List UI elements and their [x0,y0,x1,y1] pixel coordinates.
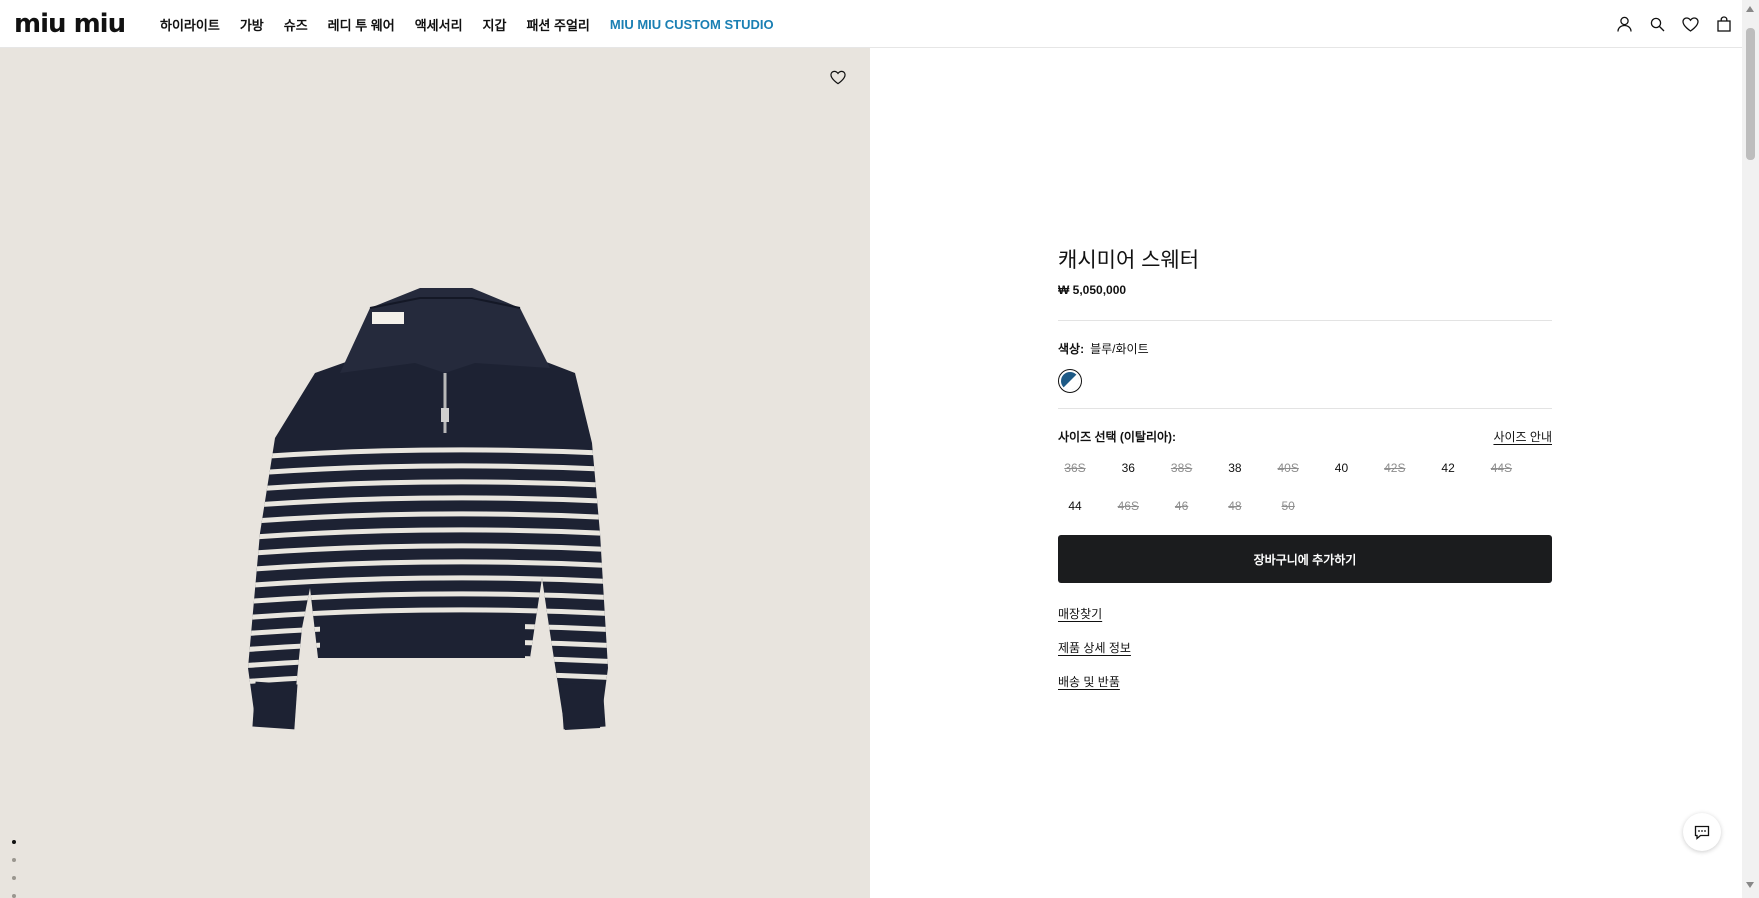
chat-icon [1694,825,1710,840]
size-label: 사이즈 선택 (이탈리아): [1058,430,1177,444]
main-nav: 하이라이트 가방 슈즈 레디 투 웨어 액세서리 지갑 패션 주얼리 MIU M… [160,0,774,48]
size-option[interactable]: 36S [1058,461,1092,475]
page-scrollbar[interactable] [1742,0,1759,898]
size-option[interactable]: 36 [1111,461,1145,475]
scroll-down-arrow-icon[interactable] [1746,882,1754,888]
add-to-cart-button[interactable]: 장바구니에 추가하기 [1058,535,1552,583]
shipping-returns-link[interactable]: 배송 및 반품 [1058,673,1120,690]
nav-item-shoes[interactable]: 슈즈 [284,15,308,34]
size-option[interactable]: 46 [1165,499,1199,513]
gallery-dot[interactable] [12,840,16,844]
size-options: 36S 36 38S 38 40S 40 42S 42 44S 44 46S 46 48 50 [1058,461,1552,513]
nav-item-wallets[interactable]: 지갑 [483,15,507,34]
nav-item-accessories[interactable]: 액세서리 [415,15,463,34]
size-option[interactable]: 40 [1324,461,1358,475]
size-option[interactable]: 42 [1431,461,1465,475]
product-info: 캐시미어 스웨터 ₩ 5,050,000 색상: 블루/화이트 사이즈 선택 (… [1058,247,1552,690]
header-icons [1616,0,1732,48]
divider [1058,320,1552,321]
size-option[interactable]: 46S [1111,499,1145,513]
size-option[interactable]: 38S [1165,461,1199,475]
size-option[interactable]: 42S [1378,461,1412,475]
scroll-up-arrow-icon[interactable] [1746,6,1754,12]
color-selection: 색상: 블루/화이트 [1058,340,1552,357]
size-option[interactable]: 50 [1271,499,1305,513]
divider [1058,408,1552,409]
product-title: 캐시미어 스웨터 [1058,249,1200,272]
size-option[interactable]: 38 [1218,461,1252,475]
scrollbar-thumb[interactable] [1746,28,1755,160]
nav-item-highlights[interactable]: 하이라이트 [160,15,220,34]
store-finder-link[interactable]: 매장찾기 [1058,605,1102,622]
search-icon[interactable] [1649,16,1666,33]
size-option[interactable]: 44S [1484,461,1518,475]
color-swatch[interactable] [1058,369,1082,393]
product-price: ₩ 5,050,000 [1058,283,1127,297]
size-option[interactable]: 44 [1058,499,1092,513]
info-links: 매장찾기 제품 상세 정보 배송 및 반품 [1058,605,1552,690]
wishlist-heart-icon[interactable] [830,70,846,86]
site-header: miu miu 하이라이트 가방 슈즈 레디 투 웨어 액세서리 지갑 패션 주… [0,0,1742,48]
nav-item-custom-studio[interactable]: MIU MIU CUSTOM STUDIO [610,17,774,32]
product-image [248,288,608,730]
size-guide-link[interactable]: 사이즈 안내 [1493,428,1552,445]
nav-item-ready-to-wear[interactable]: 레디 투 웨어 [328,15,395,34]
size-option[interactable]: 40S [1271,461,1305,475]
nav-item-bags[interactable]: 가방 [240,15,264,34]
gallery-dot[interactable] [12,876,16,880]
user-icon[interactable] [1616,16,1633,33]
nav-item-fashion-jewelry[interactable]: 패션 주얼리 [526,15,589,34]
size-option[interactable]: 48 [1218,499,1252,513]
size-header: 사이즈 선택 (이탈리아): 사이즈 안내 [1058,428,1552,445]
heart-icon[interactable] [1682,16,1699,33]
color-value: 블루/화이트 [1090,342,1149,356]
gallery-dot[interactable] [12,858,16,862]
gallery-dot[interactable] [12,894,16,898]
product-image-panel[interactable] [0,48,870,898]
product-details-link[interactable]: 제품 상세 정보 [1058,639,1131,656]
chat-button[interactable] [1683,813,1721,851]
bag-icon[interactable] [1715,16,1732,33]
brand-logo[interactable]: miu miu [14,11,126,37]
gallery-pagination [12,840,16,898]
color-label: 색상: [1058,342,1085,356]
